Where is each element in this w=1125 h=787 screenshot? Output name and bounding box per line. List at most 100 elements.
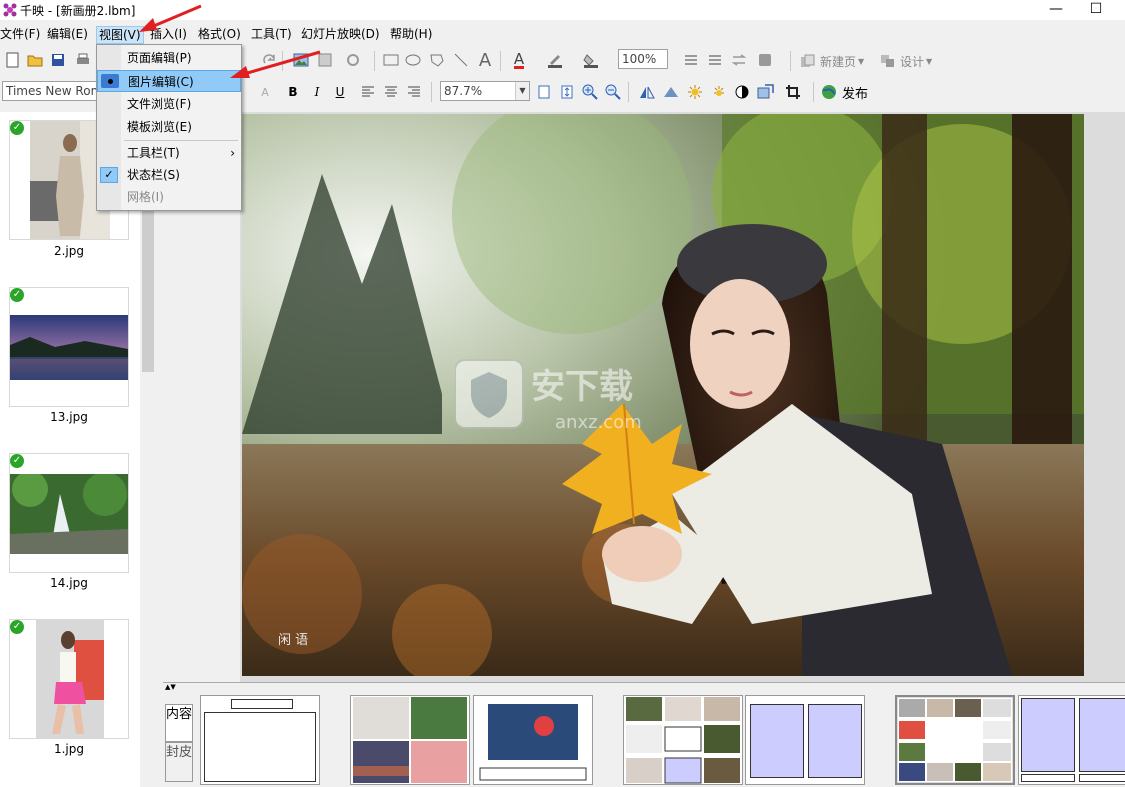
design-label: 设计 (900, 54, 925, 69)
line-color-icon[interactable] (544, 49, 566, 71)
thumbnail-image (10, 315, 128, 380)
save-icon[interactable] (47, 49, 69, 71)
maximize-button[interactable]: ☐ (1073, 0, 1119, 20)
font-name-select[interactable]: Times New Roman (2, 81, 98, 101)
fit-height-icon[interactable] (556, 81, 578, 103)
watermark-text-en: anxz.com (555, 412, 642, 433)
template-item[interactable] (1018, 695, 1125, 785)
template-item[interactable] (473, 695, 593, 785)
bold-icon[interactable]: B (282, 81, 304, 103)
menu-item-page-edit[interactable]: 页面编辑(P) (97, 47, 241, 69)
swap-icon[interactable] (728, 49, 750, 71)
line-tool-icon[interactable] (450, 49, 472, 71)
polygon-tool-icon[interactable] (426, 49, 448, 71)
menu-item-picture-edit[interactable]: 图片编辑(C) (97, 70, 241, 92)
thumbnail-label: 2.jpg (53, 244, 85, 258)
shadow-icon[interactable] (754, 49, 776, 71)
submenu-arrow-icon: › (230, 146, 235, 160)
align-center-icon[interactable] (380, 81, 402, 103)
open-folder-icon[interactable] (24, 49, 46, 71)
thumbnail-label: 14.jpg (50, 576, 88, 590)
zoom-value: 87.7% (444, 84, 483, 98)
effects-icon[interactable] (342, 49, 364, 71)
italic-icon[interactable]: I (306, 81, 328, 103)
checked-icon: ✓ (10, 288, 24, 302)
template-item[interactable] (350, 695, 470, 785)
thumbnail-card[interactable] (9, 287, 129, 407)
radio-dot-icon (101, 74, 119, 88)
new-page-icon (801, 54, 815, 67)
font-color-icon[interactable]: A (508, 49, 530, 71)
watermark-text-cn: 安下载 (531, 367, 633, 407)
contrast-icon[interactable] (731, 81, 753, 103)
tab-cover[interactable]: 封皮 (165, 742, 193, 782)
print-icon[interactable] (72, 49, 94, 71)
design-icon (881, 55, 894, 67)
globe-icon (822, 85, 836, 99)
opacity-stepper[interactable]: 100% (618, 49, 668, 69)
thumbnail-image (36, 620, 104, 738)
red-arrow-annotation (139, 4, 202, 32)
new-file-icon[interactable] (2, 49, 24, 71)
flip-horizontal-icon[interactable] (636, 81, 658, 103)
ellipse-tool-icon[interactable] (402, 49, 424, 71)
template-item-selected[interactable] (895, 695, 1015, 785)
text-tool-icon[interactable]: A (474, 49, 496, 71)
checked-icon: ✓ (10, 121, 24, 135)
checked-icon: ✓ (10, 620, 24, 634)
thumbnail-card[interactable] (9, 619, 129, 739)
brightness-icon[interactable] (684, 81, 706, 103)
underline-icon[interactable]: U (329, 81, 351, 103)
flip-vertical-icon[interactable] (660, 81, 682, 103)
menu-separator (124, 140, 238, 141)
collapse-icon[interactable]: ▲▼ (165, 683, 185, 691)
menu-item-template-browse[interactable]: 模板浏览(E) (97, 116, 241, 138)
zoom-out-icon[interactable] (602, 81, 624, 103)
font-size-down-icon[interactable]: A (254, 81, 276, 103)
menu-item-label: 图片编辑(C) (128, 75, 194, 89)
align-left-icon[interactable] (357, 81, 379, 103)
template-item[interactable] (745, 695, 865, 785)
menu-edit[interactable]: 编辑(E) (45, 26, 90, 44)
template-item[interactable] (200, 695, 320, 785)
tab-content[interactable]: 内容 (165, 704, 193, 742)
fill-color-icon[interactable] (580, 49, 602, 71)
thumbnail-image (10, 474, 128, 554)
menu-file[interactable]: 文件(F) (0, 26, 42, 44)
publish-button[interactable]: 发布 (820, 81, 870, 103)
menu-slideshow[interactable]: 幻灯片放映(D) (299, 26, 382, 44)
chevron-down-icon: ▼ (515, 82, 529, 100)
thumbnail-label: 13.jpg (50, 410, 88, 424)
menu-item-grid: 网格(I) (127, 190, 164, 204)
align-right-icon[interactable] (403, 81, 425, 103)
thumbnail-card[interactable] (9, 453, 129, 573)
menu-item-statusbar[interactable]: ✓ 状态栏(S) (97, 164, 241, 186)
distribute-icon[interactable] (704, 49, 726, 71)
replace-image-icon[interactable] (755, 81, 777, 103)
publish-label: 发布 (842, 86, 869, 102)
menu-item-label: 工具栏(T) (127, 146, 180, 160)
menu-item-file-browse[interactable]: 文件浏览(F) (97, 93, 241, 115)
menu-item-label: 状态栏(S) (127, 168, 180, 182)
new-page-button[interactable]: 新建页 ▼ (800, 52, 872, 70)
design-button[interactable]: 设计 ▼ (880, 52, 940, 70)
menu-help[interactable]: 帮助(H) (388, 26, 434, 44)
checked-icon: ✓ (10, 454, 24, 468)
rectangle-tool-icon[interactable] (380, 49, 402, 71)
zoom-in-icon[interactable] (579, 81, 601, 103)
watermark-logo: 安下载 anxz.com (455, 359, 642, 433)
red-arrow-annotation (230, 50, 321, 78)
zoom-select[interactable]: 87.7% ▼ (440, 81, 530, 101)
thumbnail-label: 1.jpg (53, 742, 85, 756)
svg-text:闲 语: 闲 语 (278, 633, 308, 648)
auto-level-icon[interactable] (708, 81, 730, 103)
app-icon (3, 3, 17, 17)
checkmark-icon: ✓ (100, 167, 118, 183)
fit-page-icon[interactable] (533, 81, 555, 103)
template-item[interactable] (623, 695, 743, 785)
align-icon[interactable] (680, 49, 702, 71)
crop-icon[interactable] (782, 81, 804, 103)
menu-tools[interactable]: 工具(T) (249, 26, 294, 44)
menu-item-toolbar[interactable]: 工具栏(T) › (97, 142, 241, 164)
window-title: 千映 - [新画册2.lbm] (20, 4, 136, 18)
